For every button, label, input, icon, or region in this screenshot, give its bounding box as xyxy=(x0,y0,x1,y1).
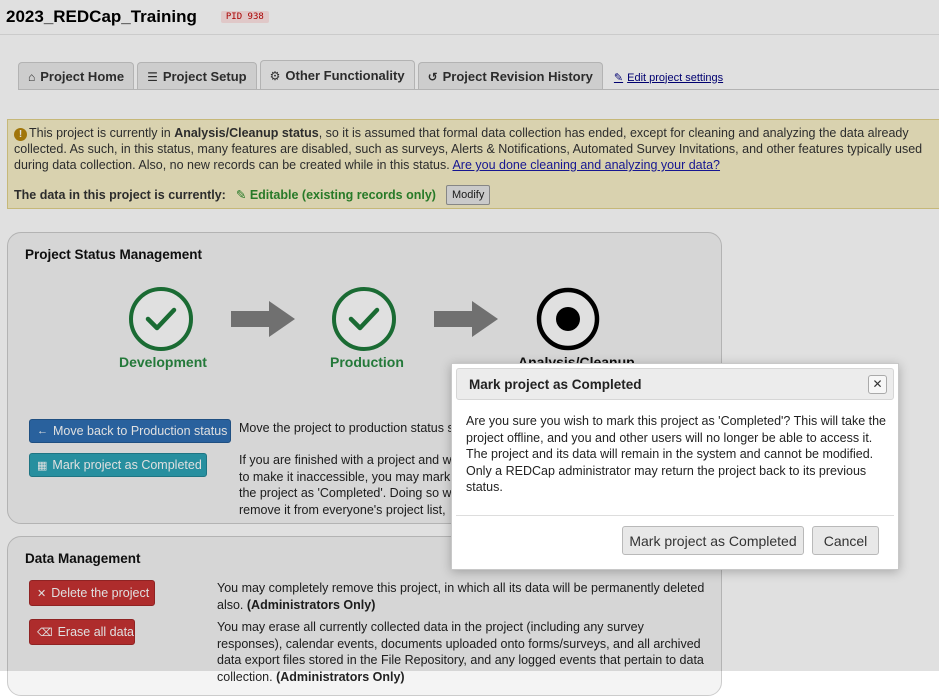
admin-only-note: (Administrators Only) xyxy=(276,669,405,684)
modal-backdrop xyxy=(0,0,939,671)
cancel-button[interactable]: Cancel xyxy=(812,526,879,555)
page: 2023_REDCap_Training PID 938 ⌂ Project H… xyxy=(0,0,939,696)
dialog-title: Mark project as Completed xyxy=(469,377,642,392)
close-icon[interactable]: ✕ xyxy=(868,375,887,394)
mark-completed-dialog: Mark project as Completed ✕ Are you sure… xyxy=(451,363,899,570)
dialog-header: Mark project as Completed ✕ xyxy=(456,368,894,400)
dialog-message: Are you sure you wish to mark this proje… xyxy=(466,414,887,494)
dialog-divider xyxy=(456,515,894,516)
confirm-mark-completed-button[interactable]: Mark project as Completed xyxy=(622,526,804,555)
